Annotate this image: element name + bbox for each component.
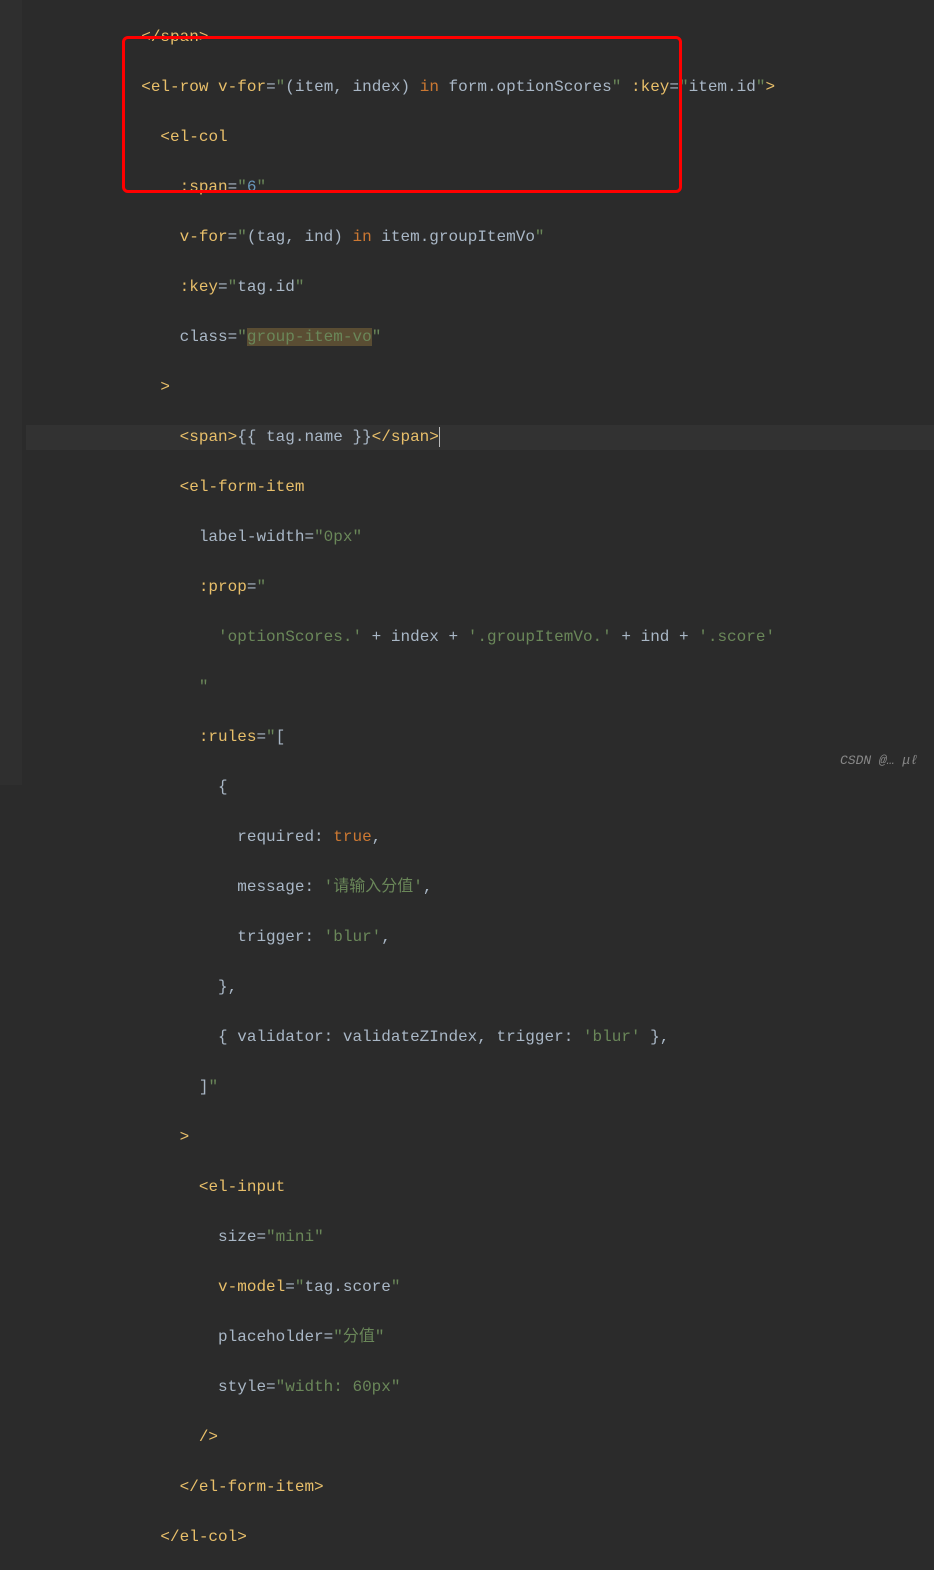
gutter	[0, 0, 22, 785]
code-line[interactable]: { validator: validateZIndex, trigger: 'b…	[26, 1025, 934, 1050]
code-line[interactable]: 'optionScores.' + index + '.groupItemVo.…	[26, 625, 934, 650]
code-line[interactable]: v-model="tag.score"	[26, 1275, 934, 1300]
code-line[interactable]: <span>{{ tag.name }}</span>	[26, 425, 934, 450]
code-line[interactable]: <el-input	[26, 1175, 934, 1200]
code-line[interactable]: :span="6"	[26, 175, 934, 200]
code-line[interactable]: "	[26, 675, 934, 700]
code-line[interactable]: message: '请输入分值',	[26, 875, 934, 900]
code-line[interactable]: class="group-item-vo"	[26, 325, 934, 350]
code-line[interactable]: },	[26, 975, 934, 1000]
code-line[interactable]: />	[26, 1425, 934, 1450]
code-line[interactable]: v-for="(tag, ind) in item.groupItemVo"	[26, 225, 934, 250]
code-line[interactable]: style="width: 60px"	[26, 1375, 934, 1400]
code-line[interactable]: >	[26, 1125, 934, 1150]
code-line[interactable]: >	[26, 375, 934, 400]
code-line[interactable]: label-width="0px"	[26, 525, 934, 550]
code-line[interactable]: required: true,	[26, 825, 934, 850]
code-line[interactable]: </span>	[26, 25, 934, 50]
code-line[interactable]: :prop="	[26, 575, 934, 600]
code-line[interactable]: :rules="[	[26, 725, 934, 750]
code-line[interactable]: <el-row v-for="(item, index) in form.opt…	[26, 75, 934, 100]
code-line[interactable]: size="mini"	[26, 1225, 934, 1250]
code-line[interactable]: <el-col	[26, 125, 934, 150]
highlight-box	[122, 36, 682, 193]
code-line[interactable]: </el-form-item>	[26, 1475, 934, 1500]
code-line[interactable]: :key="tag.id"	[26, 275, 934, 300]
code-editor[interactable]: </span> <el-row v-for="(item, index) in …	[0, 0, 934, 785]
code-area[interactable]: </span> <el-row v-for="(item, index) in …	[22, 0, 934, 785]
text-cursor	[439, 427, 440, 447]
code-line[interactable]: <el-form-item	[26, 475, 934, 500]
code-line[interactable]: {	[26, 775, 934, 800]
code-line[interactable]: trigger: 'blur',	[26, 925, 934, 950]
code-line[interactable]: placeholder="分值"	[26, 1325, 934, 1350]
watermark: CSDN @… μℓ	[840, 748, 918, 773]
code-line[interactable]: ]"	[26, 1075, 934, 1100]
code-line[interactable]: </el-col>	[26, 1525, 934, 1550]
